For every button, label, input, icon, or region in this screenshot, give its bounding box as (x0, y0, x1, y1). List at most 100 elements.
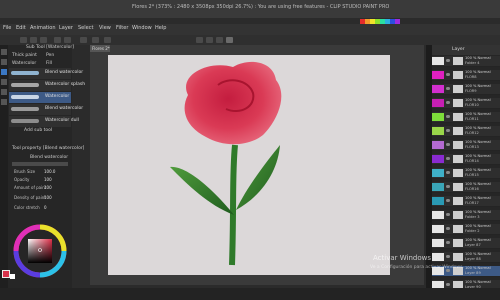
open-icon[interactable] (30, 37, 37, 43)
brush-item[interactable]: Watercolor dull (9, 116, 79, 127)
layer-color-label (432, 71, 444, 79)
layer-color-label (432, 253, 444, 261)
minimize-button[interactable] (458, 0, 472, 18)
layer-row[interactable]: 100 % Normal FLOR15 (432, 168, 500, 179)
brush-item[interactable]: Watercolor splash (9, 80, 85, 91)
layer-name: Layer 88 (465, 256, 481, 261)
deselect-icon[interactable] (104, 37, 111, 43)
layer-row[interactable]: 100 % Normal FLOR16 (432, 182, 500, 193)
menu-help[interactable]: Help (155, 25, 166, 31)
layer-name: FLOR11 (465, 116, 479, 121)
eye-icon[interactable] (446, 101, 450, 104)
document-tab[interactable]: Flores 2* (90, 45, 110, 52)
layer-thumbnail (453, 197, 463, 205)
eye-icon[interactable] (446, 157, 450, 160)
tool-icon-5[interactable] (1, 89, 7, 95)
layer-blend-mode: 100 % Normal (465, 56, 491, 60)
eye-icon[interactable] (446, 283, 450, 286)
brush-item[interactable]: Blend watercolor (9, 104, 83, 115)
tool-icon-4[interactable] (1, 79, 7, 85)
menu-select[interactable]: Select (78, 25, 93, 31)
layer-color-label (432, 141, 444, 149)
brush-item[interactable]: Blend watercolor (9, 68, 83, 79)
subtool-tab-thick-paint[interactable]: Thick paint (12, 53, 37, 58)
eye-icon[interactable] (446, 73, 450, 76)
undo-icon[interactable] (54, 37, 61, 43)
eye-icon[interactable] (446, 115, 450, 118)
add-subtool-button[interactable]: Add sub tool (24, 128, 86, 137)
eye-icon[interactable] (446, 255, 450, 258)
subtool-panel-tab[interactable]: Sub Tool [Watercolor] (26, 45, 74, 50)
activation-watermark-subtitle: Ve a Configuración para activar Windows. (370, 265, 464, 270)
clear-icon[interactable] (80, 37, 87, 43)
snap-to-special-ruler-icon[interactable] (206, 37, 213, 43)
tool-icon-6[interactable] (1, 99, 7, 105)
menu-layer[interactable]: Layer (59, 25, 73, 31)
snap-icon[interactable] (216, 37, 223, 43)
layer-row[interactable]: 100 % Normal FLOR10 (432, 98, 500, 109)
save-icon[interactable] (40, 37, 47, 43)
canvas-paper[interactable] (108, 55, 390, 275)
layer-row[interactable]: 100 % Normal FLOR14 (432, 154, 500, 165)
layer-row[interactable]: 100 % Normal Folder 4 (432, 56, 500, 67)
close-button[interactable] (486, 0, 500, 18)
color-wheel[interactable] (8, 222, 72, 280)
menu-view[interactable]: View (99, 25, 111, 31)
layer-row[interactable]: 100 % Normal Layer 87 (432, 238, 500, 249)
tool-icon-3[interactable] (1, 69, 7, 75)
layer-row[interactable]: 100 % Normal Layer 88 (432, 252, 500, 263)
eye-icon[interactable] (446, 87, 450, 90)
main-color-swatch[interactable] (2, 270, 10, 278)
subtool-tab-pen[interactable]: Pen (46, 53, 54, 58)
menu-filter[interactable]: Filter (116, 25, 128, 31)
brush-item-selected[interactable]: Watercolor (9, 92, 71, 103)
layer-row[interactable]: 100 % Normal Folder 2 (432, 224, 500, 235)
eye-icon[interactable] (446, 129, 450, 132)
prop-brush-size-value[interactable]: 100.0 (44, 169, 55, 174)
layer-blend-mode: 100 % Normal (465, 196, 491, 200)
tool-property-tab[interactable]: Tool property [Blend watercolor] (12, 146, 84, 151)
snap-to-grid-icon[interactable] (226, 37, 233, 43)
transform-icon[interactable] (92, 37, 99, 43)
layer-panel-title: Layer (452, 47, 465, 52)
layer-thumbnail (453, 99, 463, 107)
color-wheel-panel (8, 222, 72, 280)
menu-file[interactable]: File (3, 25, 11, 31)
layer-row[interactable]: 100 % Normal FLOR9 (432, 84, 500, 95)
eye-icon[interactable] (446, 199, 450, 202)
menu-edit[interactable]: Edit (16, 25, 26, 31)
subtool-tab-watercolor[interactable]: Watercolor (12, 61, 36, 66)
prop-amount-paint-value[interactable]: 100 (44, 185, 52, 190)
layer-row[interactable]: 100 % Normal FLOR11 (432, 112, 500, 123)
layer-name: Layer 89 (465, 270, 481, 275)
snap-to-ruler-icon[interactable] (196, 37, 203, 43)
redo-icon[interactable] (64, 37, 71, 43)
prop-opacity-value[interactable]: 100 (44, 177, 52, 182)
eye-icon[interactable] (446, 185, 450, 188)
subtool-tab-fill[interactable]: Fill (46, 61, 52, 66)
layer-name: FLOR12 (465, 130, 479, 135)
eye-icon[interactable] (446, 241, 450, 244)
layer-row[interactable]: 100 % Normal FLOR8 (432, 70, 500, 81)
tool-icon-2[interactable] (1, 59, 7, 65)
menu-animation[interactable]: Animation (30, 25, 56, 31)
layer-name: FLOR13 (465, 144, 479, 149)
prop-opacity-label: Opacity (14, 177, 30, 182)
new-file-icon[interactable] (20, 37, 27, 43)
sub-color-swatch[interactable] (10, 274, 15, 279)
eye-icon[interactable] (446, 213, 450, 216)
tool-icon-1[interactable] (1, 49, 7, 55)
layer-row[interactable]: 100 % Normal FLOR17 (432, 196, 500, 207)
layer-row[interactable]: 100 % Normal FLOR13 (432, 140, 500, 151)
eye-icon[interactable] (446, 227, 450, 230)
prop-color-stretch-value[interactable]: 0 (44, 205, 47, 210)
eye-icon[interactable] (446, 171, 450, 174)
maximize-button[interactable] (472, 0, 486, 18)
layer-row[interactable]: 100 % Normal FLOR12 (432, 126, 500, 137)
layer-row[interactable]: 100 % Normal Folder 3 (432, 210, 500, 221)
menu-window[interactable]: Window (132, 25, 152, 31)
window-controls (458, 0, 500, 18)
eye-icon[interactable] (446, 143, 450, 146)
prop-density-paint-value[interactable]: 100 (44, 195, 52, 200)
eye-icon[interactable] (446, 59, 450, 62)
